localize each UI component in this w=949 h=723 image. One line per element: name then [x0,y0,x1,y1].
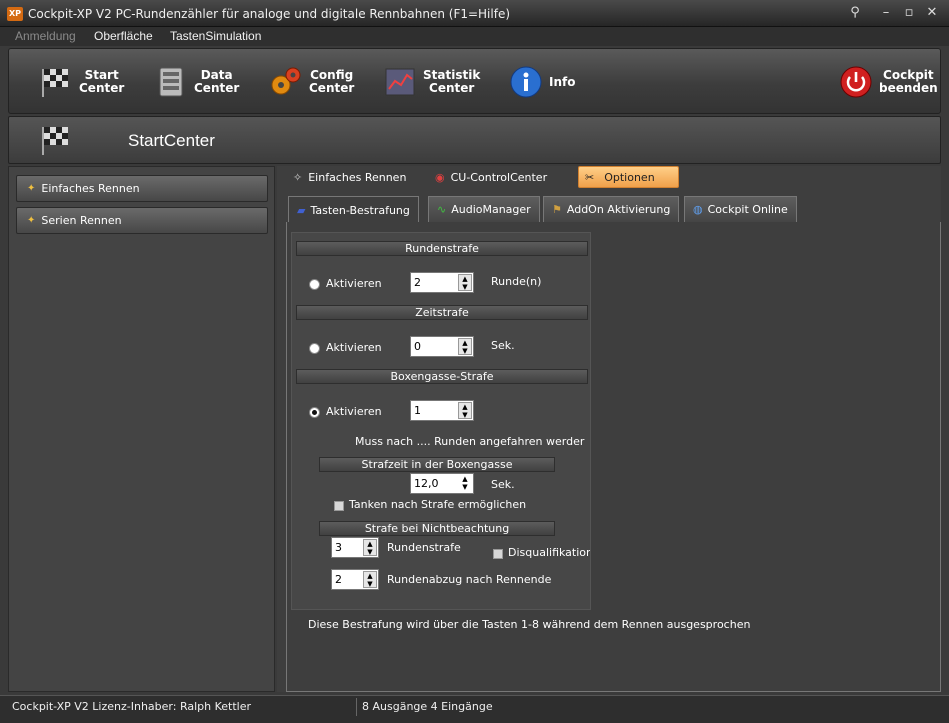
statistik-center-button[interactable]: Statistik Center [383,57,480,107]
rundenstrafe-radio[interactable] [309,279,320,290]
start-center-button[interactable]: Start Center [39,57,124,107]
zeitstrafe-spinner[interactable]: 0 ▲ ▼ [410,336,474,357]
spinner-arrows-icon[interactable]: ▲ ▼ [458,475,472,492]
menu-tastensimulation[interactable]: TastenSimulation [170,29,261,43]
disqualifikation-label: Disqualifikation [508,546,590,559]
spinner-arrows-icon[interactable]: ▲ ▼ [363,539,377,556]
checkered-flag-icon [39,123,73,160]
config-center-button[interactable]: Config Center [269,57,354,107]
sidebar: ✦ Einfaches Rennen ✦ Serien Rennen [8,166,275,692]
tab-einfaches-rennen[interactable]: ✧ Einfaches Rennen [287,166,412,188]
nichtbeachtung-rundenstrafe-spinner[interactable]: 3 ▲ ▼ [331,537,379,558]
main-toolbar: Start Center Data Center Config Center S… [8,48,941,114]
boxengasse-radio-label: Aktivieren [326,405,382,418]
tasten-bestrafung-panel: Rundenstrafe Aktivieren 2 ▲ ▼ Runde(n) Ze… [286,222,941,692]
car-icon: ▰ [297,203,306,217]
controller-icon: ◉ [435,170,445,184]
globe-icon: ◍ [693,203,703,216]
main-area: ✧ Einfaches Rennen ◉ CU-ControlCenter ✂ … [277,166,941,692]
addon-icon: ⚑ [552,203,562,216]
tanken-checkbox[interactable] [334,501,344,511]
tab-optionen[interactable]: ✂ Optionen [578,166,679,188]
penalty-settings-box: Rundenstrafe Aktivieren 2 ▲ ▼ Runde(n) Ze… [291,232,591,610]
page-title: StartCenter [128,131,215,150]
spinner-arrows-icon[interactable]: ▲ ▼ [458,402,472,419]
nichtbeachtung-header: Strafe bei Nichtbeachtung [319,521,555,536]
tab-cockpit-online[interactable]: ◍ Cockpit Online [684,196,797,222]
zeitstrafe-radio[interactable] [309,343,320,354]
status-divider [356,698,357,716]
series-flag-icon: ✦ [27,215,36,226]
status-io: 8 Ausgänge 4 Eingänge [362,700,493,713]
rundenabzug-label: Rundenabzug nach Rennende [387,573,552,586]
status-bar: Cockpit-XP V2 Lizenz-Inhaber: Ralph Kett… [0,695,949,723]
strafzeit-spinner[interactable]: 12,0 ▲ ▼ [410,473,474,494]
minimize-button[interactable]: – [876,4,896,22]
gears-icon [269,65,303,99]
tab-audiomanager[interactable]: ∿ AudioManager [428,196,540,222]
sidebar-item-einfaches-rennen[interactable]: ✦ Einfaches Rennen [16,175,268,202]
strafzeit-header: Strafzeit in der Boxengasse [319,457,555,472]
checkered-flag-icon [39,65,73,99]
rundenstrafe-radio-label: Aktivieren [326,277,382,290]
rundenabzug-spinner[interactable]: 2 ▲ ▼ [331,569,379,590]
spinner-arrows-icon[interactable]: ▲ ▼ [458,274,472,291]
boxengasse-spinner[interactable]: 1 ▲ ▼ [410,400,474,421]
tools-icon: ✂ [585,170,595,184]
title-bar: XP Cockpit-XP V2 PC-Rundenzähler für ana… [0,0,949,27]
zeitstrafe-header: Zeitstrafe [296,305,588,320]
race-icon: ✧ [293,170,303,184]
strafzeit-unit: Sek. [491,478,515,491]
tab-cu-controlcenter[interactable]: ◉ CU-ControlCenter [429,166,553,188]
info-button[interactable]: Info [509,57,575,107]
app-icon: XP [7,7,23,21]
disqualifikation-checkbox[interactable] [493,549,503,559]
info-icon [509,65,543,99]
tab-tasten-bestrafung[interactable]: ▰ Tasten-Bestrafung [288,196,419,223]
tanken-label: Tanken nach Strafe ermöglichen [349,498,527,511]
waveform-icon: ∿ [437,203,447,216]
rundenstrafe-unit: Runde(n) [491,275,542,288]
database-icon [154,65,188,99]
menu-anmeldung[interactable]: Anmeldung [15,29,76,43]
maximize-button[interactable]: ▫ [899,4,919,22]
window-title: Cockpit-XP V2 PC-Rundenzähler für analog… [28,7,511,21]
data-center-button[interactable]: Data Center [154,57,239,107]
footer-note: Diese Bestrafung wird über die Tasten 1-… [308,618,751,631]
menu-bar: Anmeldung Oberfläche TastenSimulation [0,27,949,46]
boxengasse-radio[interactable] [309,407,320,418]
chart-icon [383,65,417,99]
tab-addon-aktivierung[interactable]: ⚑ AddOn Aktivierung [543,196,680,222]
nichtbeachtung-rundenstrafe-label: Rundenstrafe [387,541,461,554]
search-icon[interactable]: ⚲ [845,4,865,22]
spinner-arrows-icon[interactable]: ▲ ▼ [363,571,377,588]
boxengasse-header: Boxengasse-Strafe [296,369,588,384]
rundenstrafe-spinner[interactable]: 2 ▲ ▼ [410,272,474,293]
cockpit-beenden-button[interactable]: Cockpit beenden [839,57,938,107]
zeitstrafe-radio-label: Aktivieren [326,341,382,354]
sidebar-item-serien-rennen[interactable]: ✦ Serien Rennen [16,207,268,234]
spinner-arrows-icon[interactable]: ▲ ▼ [458,338,472,355]
boxengasse-note: Muss nach .... Runden angefahren werder [355,435,585,448]
menu-oberflaeche[interactable]: Oberfläche [94,29,153,43]
zeitstrafe-unit: Sek. [491,339,515,352]
status-license: Cockpit-XP V2 Lizenz-Inhaber: Ralph Kett… [12,700,251,713]
section-header: StartCenter [8,116,941,164]
power-icon [839,65,873,99]
close-button[interactable]: ✕ [922,4,942,22]
rundenstrafe-header: Rundenstrafe [296,241,588,256]
race-flag-icon: ✦ [27,183,36,194]
